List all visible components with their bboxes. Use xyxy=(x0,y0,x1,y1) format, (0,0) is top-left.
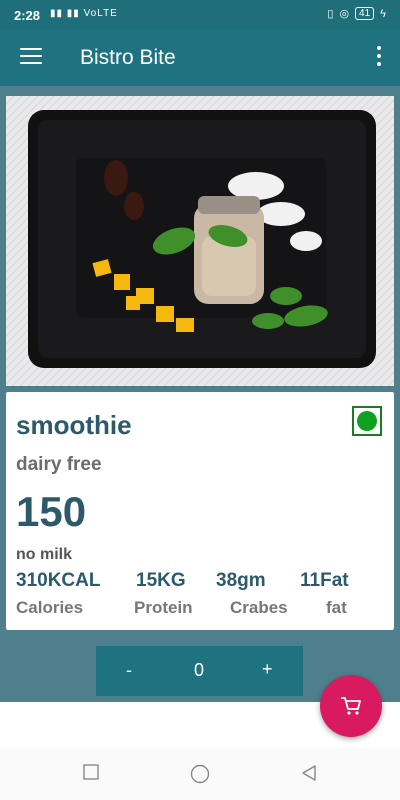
increase-quantity-button[interactable]: + xyxy=(262,659,273,680)
more-vert-icon[interactable] xyxy=(376,46,382,70)
calories-label: Calories xyxy=(16,598,84,617)
nutrition-values: 310KCAL 15KG 38gm 11Fat xyxy=(16,570,386,594)
carbs-label: Crabes xyxy=(230,598,288,617)
nutrition-labels: Calories Protein Crabes fat xyxy=(16,598,386,620)
food-subtitle: dairy free xyxy=(16,454,102,475)
protein-label: Protein xyxy=(134,598,193,617)
vibrate-icon: ▯ xyxy=(327,8,334,20)
veg-dot xyxy=(357,411,377,431)
app-title: Bistro Bite xyxy=(80,46,176,69)
cart-button[interactable] xyxy=(320,675,382,737)
veg-indicator-icon xyxy=(352,406,382,436)
recents-icon[interactable] xyxy=(83,764,99,780)
quantity-value: 0 xyxy=(194,660,205,680)
charging-icon: ϟ xyxy=(380,7,386,20)
food-photo xyxy=(6,96,394,386)
status-time: 2:28 xyxy=(14,8,41,23)
signal-indicator: ▮▮ ▮▮ VoLTE xyxy=(50,8,118,19)
status-bar: 2:28 ▮▮ ▮▮ VoLTE ▯ ◎ 41 ϟ xyxy=(0,0,400,30)
decrease-quantity-button[interactable]: - xyxy=(126,660,132,681)
fat-label: fat xyxy=(326,598,347,617)
data-saver-icon: ◎ xyxy=(339,8,350,20)
protein-value: 15KG xyxy=(136,570,186,591)
food-info-card: smoothie dairy free 150 no milk 310KCAL … xyxy=(6,392,394,630)
cart-icon xyxy=(341,697,361,715)
calories-value: 310KCAL xyxy=(16,570,101,591)
app-bar: Bistro Bite xyxy=(0,30,400,86)
food-name: smoothie xyxy=(16,410,132,440)
hamburger-menu-icon[interactable] xyxy=(20,48,42,66)
back-icon[interactable] xyxy=(300,764,318,782)
system-nav-bar xyxy=(0,748,400,800)
home-icon[interactable] xyxy=(190,764,210,784)
carbs-value: 38gm xyxy=(216,570,266,591)
food-image xyxy=(6,96,394,386)
food-note: no milk xyxy=(16,546,73,563)
status-icons: ▯ ◎ 41 ϟ xyxy=(327,7,386,20)
fat-value: 11Fat xyxy=(300,570,349,591)
battery-icon: 41 xyxy=(355,7,375,20)
food-price: 150 xyxy=(16,488,87,535)
content-area: smoothie dairy free 150 no milk 310KCAL … xyxy=(0,86,400,702)
quantity-stepper: - 0 + xyxy=(96,646,303,696)
